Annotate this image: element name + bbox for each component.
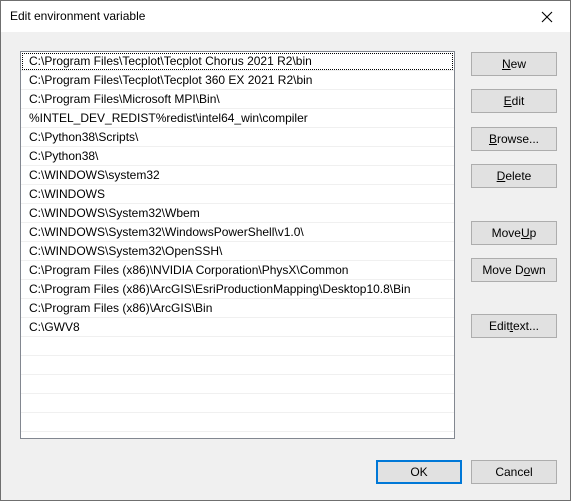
cancel-button[interactable]: Cancel: [471, 460, 557, 484]
new-accesskey: N: [501, 57, 511, 71]
edit-accesskey: E: [503, 94, 512, 108]
path-list-item[interactable]: %INTEL_DEV_REDIST%redist\intel64_win\com…: [21, 109, 454, 128]
path-list-item[interactable]: [21, 413, 454, 432]
path-list-item[interactable]: C:\Program Files (x86)\NVIDIA Corporatio…: [21, 261, 454, 280]
move-down-label-pre: Move D: [482, 263, 524, 277]
close-button[interactable]: [524, 1, 570, 32]
dialog-title: Edit environment variable: [10, 9, 146, 23]
path-list-item[interactable]: C:\WINDOWS\System32\WindowsPowerShell\v1…: [21, 223, 454, 242]
new-label-post: ew: [510, 57, 526, 71]
edit-text-label-post: ext...: [513, 319, 540, 333]
path-list-item[interactable]: C:\Program Files\Tecplot\Tecplot 360 EX …: [21, 71, 454, 90]
path-list-item[interactable]: C:\Program Files (x86)\ArcGIS\EsriProduc…: [21, 280, 454, 299]
move-down-button[interactable]: Move Do wn: [471, 258, 557, 282]
edit-environment-variable-dialog: Edit environment variable C:\Program Fil…: [0, 0, 571, 501]
path-list-item[interactable]: C:\Program Files (x86)\ArcGIS\Bin: [21, 299, 454, 318]
ok-label: OK: [410, 465, 428, 479]
edit-text-label-pre: Edit: [488, 319, 510, 333]
edit-text-button[interactable]: Edit t ext...: [471, 314, 557, 338]
cancel-label: Cancel: [495, 465, 533, 479]
path-list-item[interactable]: C:\Program Files\Microsoft MPI\Bin\: [21, 90, 454, 109]
move-down-label-post: wn: [530, 263, 546, 277]
path-list-item[interactable]: [21, 337, 454, 356]
move-up-accesskey: U: [520, 226, 530, 240]
move-up-label-pre: Move: [491, 226, 521, 240]
path-list-item[interactable]: C:\WINDOWS\system32: [21, 166, 454, 185]
path-list-item[interactable]: C:\GWV8: [21, 318, 454, 337]
path-list-item[interactable]: C:\WINDOWS\System32\OpenSSH\: [21, 242, 454, 261]
path-list[interactable]: C:\Program Files\Tecplot\Tecplot Chorus …: [20, 51, 455, 439]
close-icon: [541, 11, 553, 22]
delete-accesskey: D: [496, 169, 506, 183]
edit-label-post: dit: [511, 94, 525, 108]
path-list-item[interactable]: [21, 394, 454, 413]
edit-button[interactable]: Edit: [471, 89, 557, 113]
path-list-item[interactable]: C:\WINDOWS\System32\Wbem: [21, 204, 454, 223]
browse-label-post: rowse...: [497, 132, 540, 146]
new-button[interactable]: New: [471, 52, 557, 76]
move-up-button[interactable]: Move Up: [471, 221, 557, 245]
delete-label-post: elete: [505, 169, 532, 183]
delete-button[interactable]: Delete: [471, 164, 557, 188]
path-list-item[interactable]: [21, 356, 454, 375]
path-list-item[interactable]: C:\Python38\Scripts\: [21, 128, 454, 147]
move-up-label-post: p: [529, 226, 537, 240]
ok-button[interactable]: OK: [376, 460, 462, 484]
path-list-item[interactable]: [21, 375, 454, 394]
browse-button[interactable]: Browse...: [471, 127, 557, 151]
browse-accesskey: B: [488, 132, 497, 146]
path-list-item[interactable]: C:\Python38\: [21, 147, 454, 166]
path-list-item[interactable]: C:\Program Files\Tecplot\Tecplot Chorus …: [21, 52, 454, 71]
path-list-item[interactable]: C:\WINDOWS: [21, 185, 454, 204]
title-bar: Edit environment variable: [1, 1, 570, 32]
